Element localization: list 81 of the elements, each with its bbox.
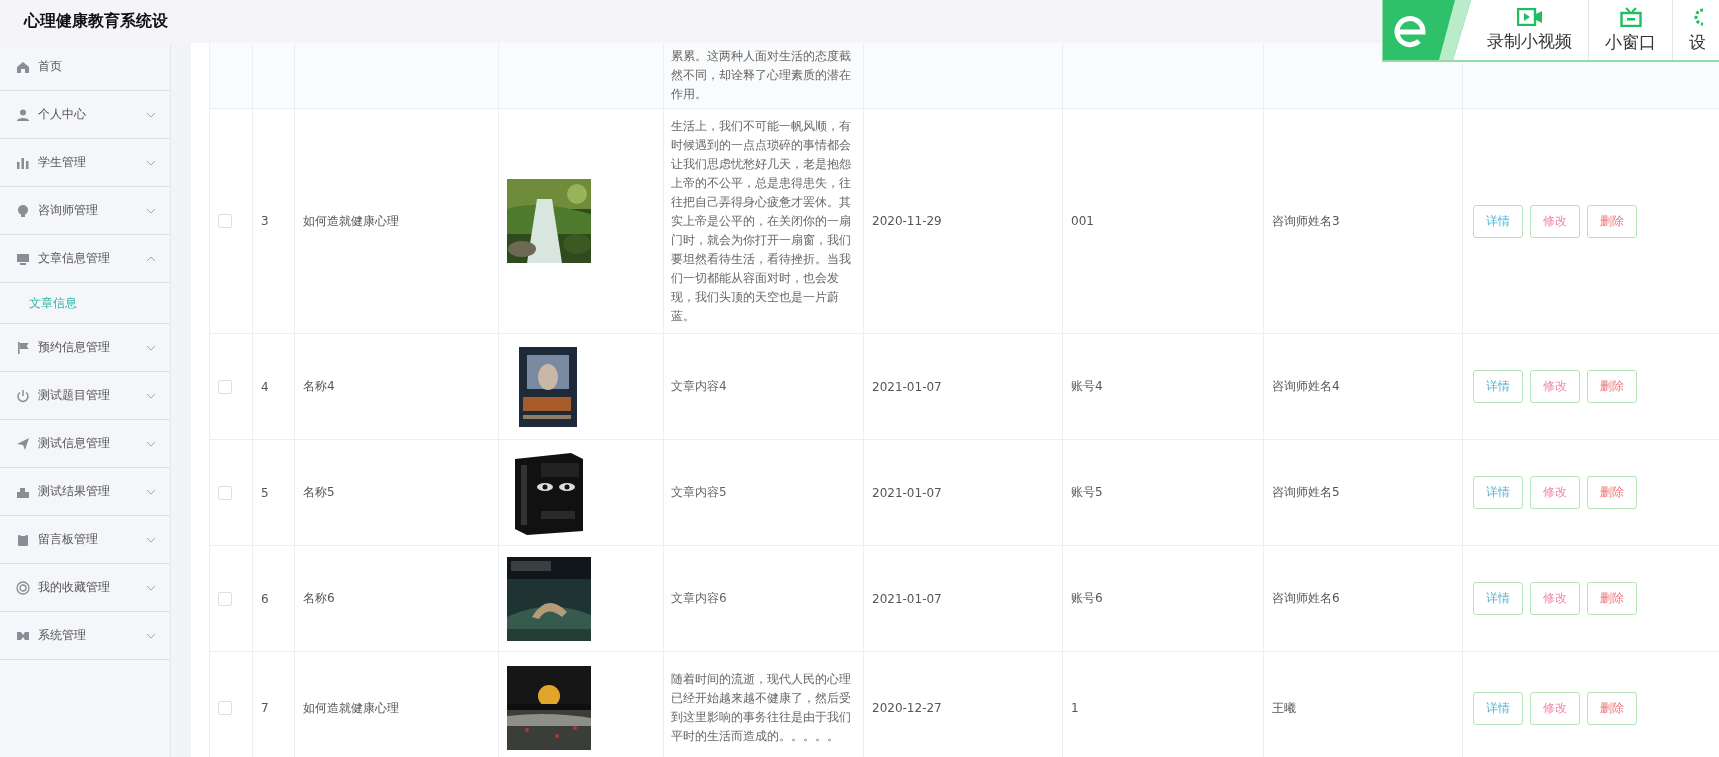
table-cell: 账号5 [1071,484,1103,501]
table-cell: 4 [261,379,269,394]
table-cell: 2020-12-27 [872,701,942,715]
table-cell-text: 累累。这两种人面对生活的态度截然不同，却诠释了心理素质的潜在作用。 [671,48,852,103]
table-cell: 1 [1071,701,1079,715]
detail-button[interactable]: 详情 [1473,370,1523,403]
sidebar-item[interactable]: 留言板管理 [0,516,170,564]
toolbar-button[interactable]: 录制小视频 [1471,0,1589,60]
table-cell: 2021-01-07 [872,485,942,500]
delete-button[interactable]: 删除 [1587,691,1637,725]
table-cell: 咨询师姓名5 [1272,484,1340,501]
table-cell-text: 文章内容6 [671,590,727,607]
table-cell: 2020-11-29 [872,214,942,228]
edit-button[interactable]: 修改 [1530,476,1580,509]
table-cell: 咨询师姓名3 [1272,212,1340,230]
submenu-item[interactable]: 文章信息 [0,283,170,324]
table-cell: 名称4 [303,378,335,395]
detail-button[interactable]: 详情 [1473,582,1523,615]
table-cell: 5 [261,485,269,500]
delete-button[interactable]: 删除 [1587,370,1637,403]
table-cell: 王曦 [1272,699,1296,717]
edit-button[interactable]: 修改 [1530,691,1580,725]
detail-button[interactable]: 详情 [1473,691,1523,725]
row-checkbox[interactable] [218,379,232,394]
sidebar-item[interactable]: 文章信息管理 [0,235,170,283]
menu-icon [16,251,30,266]
app-title: 心理健康教育系统设 [24,11,168,32]
edit-button[interactable]: 修改 [1530,370,1580,403]
menu-icon [16,155,30,170]
menu-icon [16,532,30,547]
detail-button[interactable]: 详情 [1473,476,1523,509]
sidebar-item[interactable]: 预约信息管理 [0,324,170,372]
menu-icon [16,580,30,595]
table-cell: 账号6 [1071,590,1103,607]
menu-icon [16,107,30,122]
row-checkbox[interactable] [218,591,232,606]
menu-icon [16,388,30,403]
row-checkbox[interactable] [218,214,232,228]
sidebar-item[interactable]: 测试信息管理 [0,420,170,468]
tv-icon [1619,6,1642,27]
delete-button[interactable]: 删除 [1587,476,1637,509]
table-cell: 2021-01-07 [872,591,942,606]
sidebar-item[interactable]: 系统管理 [0,612,170,660]
delete-button[interactable]: 删除 [1587,204,1637,238]
table-cell: 如何造就健康心理 [303,699,399,717]
row-checkbox[interactable] [218,701,232,715]
sidebar-item[interactable]: 咨询师管理 [0,187,170,235]
edit-button[interactable]: 修改 [1530,582,1580,615]
menu-icon [16,340,30,355]
edit-button[interactable]: 修改 [1530,204,1580,238]
table-cell: 6 [261,591,269,606]
table-cell: 账号4 [1071,378,1103,395]
sidebar-item[interactable]: 首页 [0,43,170,91]
table-cell: 咨询师姓名6 [1272,590,1340,607]
sidebar-item[interactable]: 测试题目管理 [0,372,170,420]
table-cell: 3 [261,214,269,228]
sidebar-item[interactable]: 学生管理 [0,139,170,187]
table-cell-text: 生活上，我们不可能一帆风顺，有时候遇到的一点点琐碎的事情都会让我们思虑忧愁好几天，老是抱怨上帝的不公平，总是患得患失，往往把自己弄得身心疲惫才罢休。其实上帝是公平的，在关闭你的一扇门时，就会为你打开一扇窗，我们要坦然看待生活，看待挫折。当我们一切都能从容面对时，也会发现，我们头顶的天空也是一片蔚蓝。 [671,117,852,325]
menu-icon [16,203,30,218]
toolbar-button[interactable]: 设 [1673,0,1719,60]
row-checkbox[interactable] [218,485,232,500]
table-cell: 2021-01-07 [872,379,942,394]
gear-icon [1692,6,1703,27]
detail-button[interactable]: 详情 [1473,204,1523,238]
delete-button[interactable]: 删除 [1587,582,1637,615]
table-cell: 如何造就健康心理 [303,212,399,230]
table-cell: 001 [1071,214,1094,228]
toolbar-button[interactable]: 小窗口 [1589,0,1673,60]
menu-icon [16,59,30,74]
table-cell-text: 随着时间的流逝，现代人民的心理已经开始越来越不健康了，然后受到这里影响的事务往往是由于我们平时的生活而造成的。。。。。 [671,671,852,745]
table-cell: 名称6 [303,590,335,607]
table-cell-text: 文章内容4 [671,378,727,395]
sidebar-item[interactable]: 个人中心 [0,91,170,139]
table-cell: 名称5 [303,484,335,501]
table-cell: 7 [261,701,269,715]
table-cell: 咨询师姓名4 [1272,378,1340,395]
sidebar-item[interactable]: 测试结果管理 [0,468,170,516]
sidebar-item[interactable]: 我的收藏管理 [0,564,170,612]
menu-icon [16,436,30,451]
table-cell-text: 文章内容5 [671,484,727,501]
video-camera-icon [1516,7,1543,26]
